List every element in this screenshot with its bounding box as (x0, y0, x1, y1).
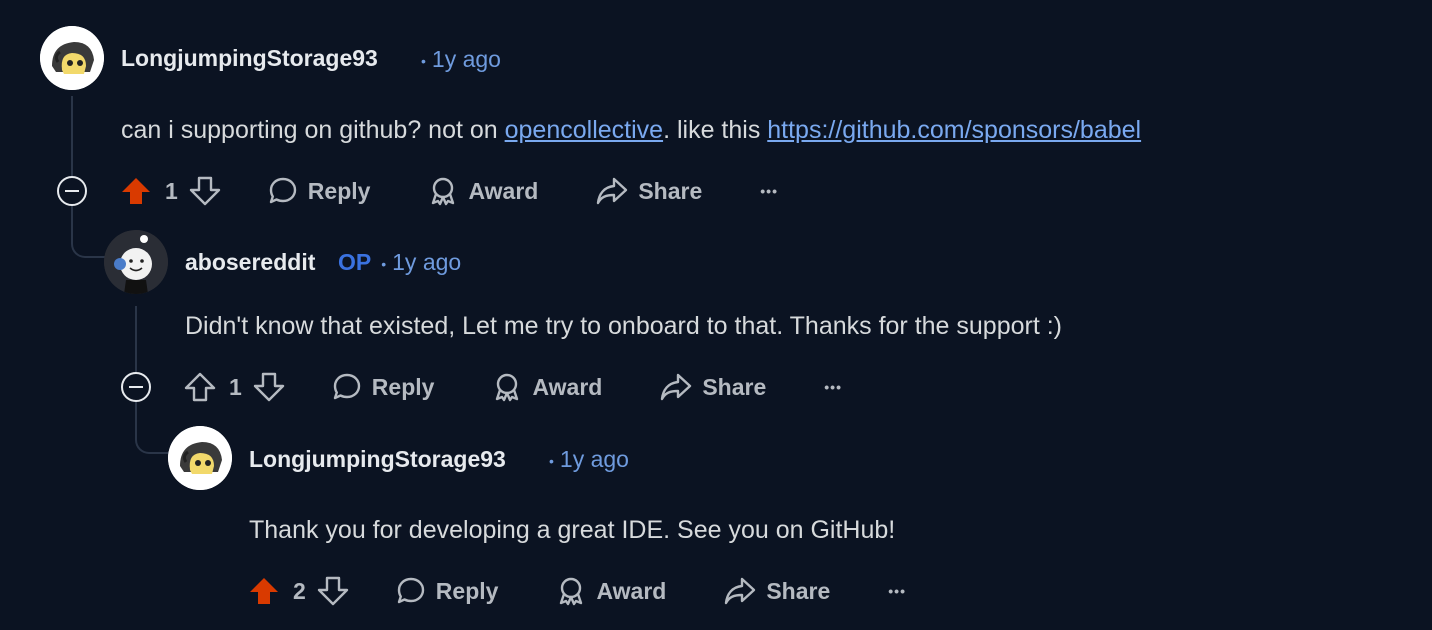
thread-elbow (71, 204, 107, 258)
vote-count: 1 (165, 177, 178, 204)
timestamp[interactable]: 1y ago (392, 249, 461, 275)
award-label: Award (596, 577, 667, 604)
comment-body: can i supporting on github? not on openc… (121, 116, 1141, 145)
reply-label: Reply (435, 577, 499, 604)
thread-elbow (135, 400, 171, 454)
comment-body: Thank you for developing a great IDE. Se… (249, 516, 895, 545)
comment-text: . like this (663, 116, 768, 144)
share-button[interactable]: Share (660, 372, 766, 402)
reply-button[interactable]: Reply (268, 176, 371, 206)
avatar-image (40, 26, 104, 90)
comment-text: Thank you for developing a great IDE. Se… (249, 516, 896, 544)
share-label: Share (702, 373, 767, 400)
link-opencollective[interactable]: opencollective (505, 116, 663, 144)
collapse-button[interactable] (57, 176, 87, 206)
upvote-icon[interactable] (247, 574, 281, 608)
award-button[interactable]: Award (556, 576, 666, 606)
comment-meta: OP • 1y ago (338, 249, 461, 276)
separator-dot: • (421, 52, 426, 69)
reply-icon (333, 373, 360, 400)
comment-actions: 1 Reply Award Share ••• (183, 367, 842, 407)
upvote-icon[interactable] (183, 370, 217, 404)
comment-meta: • 1y ago (549, 446, 629, 473)
downvote-icon[interactable] (188, 174, 222, 208)
avatar-image (104, 230, 168, 294)
username[interactable]: LongjumpingStorage93 (249, 446, 506, 473)
comment-meta: • 1y ago (421, 46, 501, 73)
award-button[interactable]: Award (492, 372, 602, 402)
comment-text: Didn't know that existed, Let me try to … (185, 312, 1063, 340)
vote-count: 2 (293, 577, 306, 604)
share-label: Share (766, 577, 831, 604)
avatar[interactable] (104, 230, 168, 294)
username[interactable]: LongjumpingStorage93 (121, 45, 378, 72)
vote-count: 1 (229, 373, 242, 400)
share-icon (597, 177, 628, 205)
downvote-icon[interactable] (316, 574, 350, 608)
reply-icon (397, 577, 424, 604)
more-options-icon[interactable]: ••• (760, 183, 778, 199)
link-github-sponsors[interactable]: https://github.com/sponsors/babel (767, 116, 1141, 144)
share-button[interactable]: Share (724, 576, 830, 606)
avatar[interactable] (40, 26, 104, 90)
award-label: Award (532, 373, 603, 400)
share-label: Share (638, 177, 703, 204)
collapse-button[interactable] (121, 372, 151, 402)
award-icon (496, 373, 519, 402)
share-button[interactable]: Share (596, 176, 702, 206)
comment-body: Didn't know that existed, Let me try to … (185, 312, 1062, 341)
reply-button[interactable]: Reply (332, 372, 435, 402)
reply-button[interactable]: Reply (396, 576, 499, 606)
separator-dot: • (381, 255, 387, 272)
share-icon (725, 577, 756, 605)
award-icon (432, 177, 455, 206)
comment-actions: 2 Reply Award Share ••• (247, 571, 906, 611)
share-icon (661, 373, 692, 401)
more-options-icon[interactable]: ••• (824, 379, 842, 395)
separator-dot: • (549, 452, 554, 469)
avatar-image (168, 426, 232, 490)
reply-icon (269, 177, 296, 204)
username[interactable]: abosereddit (185, 249, 315, 276)
more-options-icon[interactable]: ••• (888, 583, 906, 599)
award-button[interactable]: Award (428, 176, 538, 206)
op-badge: OP (338, 249, 372, 275)
reply-label: Reply (307, 177, 371, 204)
timestamp[interactable]: 1y ago (432, 46, 501, 72)
award-label: Award (468, 177, 539, 204)
thread-line (135, 306, 137, 372)
comment-text: can i supporting on github? not on (121, 116, 505, 144)
thread-line (71, 96, 73, 176)
downvote-icon[interactable] (252, 370, 286, 404)
reply-label: Reply (371, 373, 435, 400)
comment-actions: 1 Reply Award Share ••• (119, 171, 778, 211)
award-icon (560, 577, 583, 606)
timestamp[interactable]: 1y ago (560, 446, 629, 472)
avatar[interactable] (168, 426, 232, 490)
upvote-icon[interactable] (119, 174, 153, 208)
